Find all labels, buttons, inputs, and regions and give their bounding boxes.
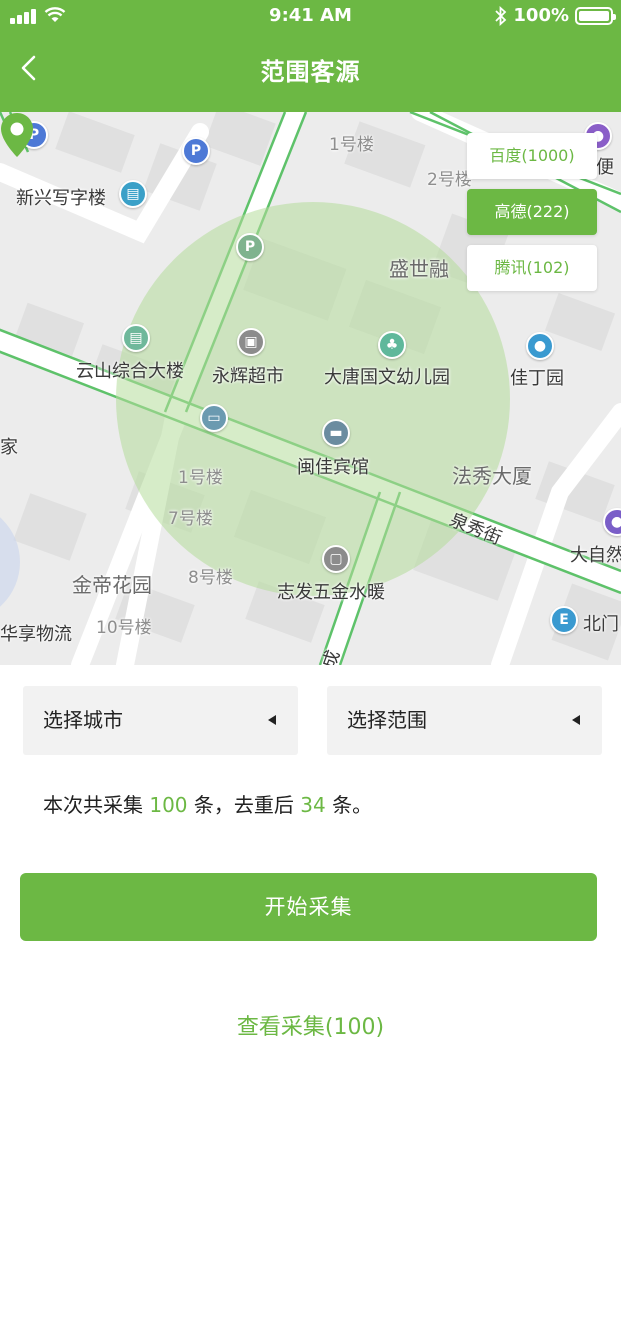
parking-icon[interactable]: P <box>182 137 210 165</box>
map-label: 便 <box>596 157 614 178</box>
map-label: 盛世融 <box>389 257 449 281</box>
app-screen: 9:41 AM 100% 范围客源 P P P ▤ ▤ ▣ ♣ ● ▭ ▬ ▢ … <box>0 0 621 1344</box>
provider-list: 百度(1000) 高德(222) 腾讯(102) <box>467 133 597 301</box>
city-select-label: 选择城市 <box>43 708 123 732</box>
map-label: 法秀大厦 <box>452 464 532 488</box>
map-label: 2号楼 <box>427 170 472 190</box>
battery-icon <box>575 6 616 25</box>
header-bar: 9:41 AM 100% 范围客源 <box>0 0 621 112</box>
map-label: 金帝花园 <box>72 573 152 597</box>
store-icon[interactable]: ▢ <box>322 545 350 573</box>
bus-stop-icon[interactable]: ▭ <box>200 404 228 432</box>
entrance-icon[interactable]: E <box>550 606 578 634</box>
provider-baidu-button[interactable]: 百度(1000) <box>467 133 597 179</box>
map-label: 7号楼 <box>168 509 213 529</box>
range-select[interactable]: 选择范围 <box>327 686 602 755</box>
parking-icon[interactable]: P <box>236 233 264 261</box>
summary-dedup: 34 <box>300 793 326 817</box>
map-label: 佳丁园 <box>510 368 564 389</box>
map-label: 8号楼 <box>188 568 233 588</box>
map-label: 家 <box>0 437 18 458</box>
school-icon[interactable]: ♣ <box>378 331 406 359</box>
caret-left-icon <box>268 715 276 725</box>
view-collection-link[interactable]: 查看采集(100) <box>0 1009 621 1041</box>
location-pin-icon[interactable] <box>0 112 34 158</box>
map-label: 大唐国文幼儿园 <box>324 367 450 388</box>
map-label: 闽佳宾馆 <box>297 457 369 478</box>
summary-middle: 条，去重后 <box>187 793 301 817</box>
status-right: 100% <box>495 5 616 26</box>
range-select-label: 选择范围 <box>347 708 427 732</box>
place-icon[interactable]: ● <box>526 332 554 360</box>
map-label: 1号楼 <box>329 135 374 155</box>
range-circle <box>116 202 510 596</box>
caret-left-icon <box>572 715 580 725</box>
battery-fill <box>579 10 609 21</box>
start-collection-button[interactable]: 开始采集 <box>20 873 597 941</box>
city-select[interactable]: 选择城市 <box>23 686 298 755</box>
office-icon[interactable]: ▤ <box>122 324 150 352</box>
map-label: 1号楼 <box>178 468 223 488</box>
map-label: 北门 <box>583 614 619 635</box>
map-label: 新兴写字楼 <box>16 188 106 209</box>
battery-percent: 100% <box>513 5 569 26</box>
status-bar: 9:41 AM 100% <box>0 0 621 34</box>
summary-suffix: 条。 <box>325 793 373 817</box>
map-label: 志发五金水暖 <box>277 582 385 603</box>
provider-gaode-button[interactable]: 高德(222) <box>467 189 597 235</box>
summary-total: 100 <box>149 793 188 817</box>
office-icon[interactable]: ▤ <box>119 180 147 208</box>
hotel-icon[interactable]: ▬ <box>322 419 350 447</box>
map-label: 10号楼 <box>96 618 152 638</box>
summary-prefix: 本次共采集 <box>43 793 150 817</box>
collection-summary: 本次共采集 100 条，去重后 34 条。 <box>43 789 372 818</box>
map-view[interactable]: P P P ▤ ▤ ▣ ♣ ● ▭ ▬ ▢ E ● ● 1号楼 2号楼 新兴写字… <box>0 112 621 665</box>
page-title: 范围客源 <box>260 58 361 86</box>
map-label: 永辉超市 <box>212 366 284 387</box>
map-label: 大自然 <box>570 545 621 566</box>
map-label: 华享物流 <box>0 624 72 645</box>
map-label: 云山综合大楼 <box>76 361 184 382</box>
shop-icon[interactable]: ▣ <box>237 328 265 356</box>
bluetooth-icon <box>495 5 507 26</box>
provider-tencent-button[interactable]: 腾讯(102) <box>467 245 597 291</box>
collection-panel: 选择城市 选择范围 本次共采集 100 条，去重后 34 条。 开始采集 查看采… <box>0 665 621 1065</box>
